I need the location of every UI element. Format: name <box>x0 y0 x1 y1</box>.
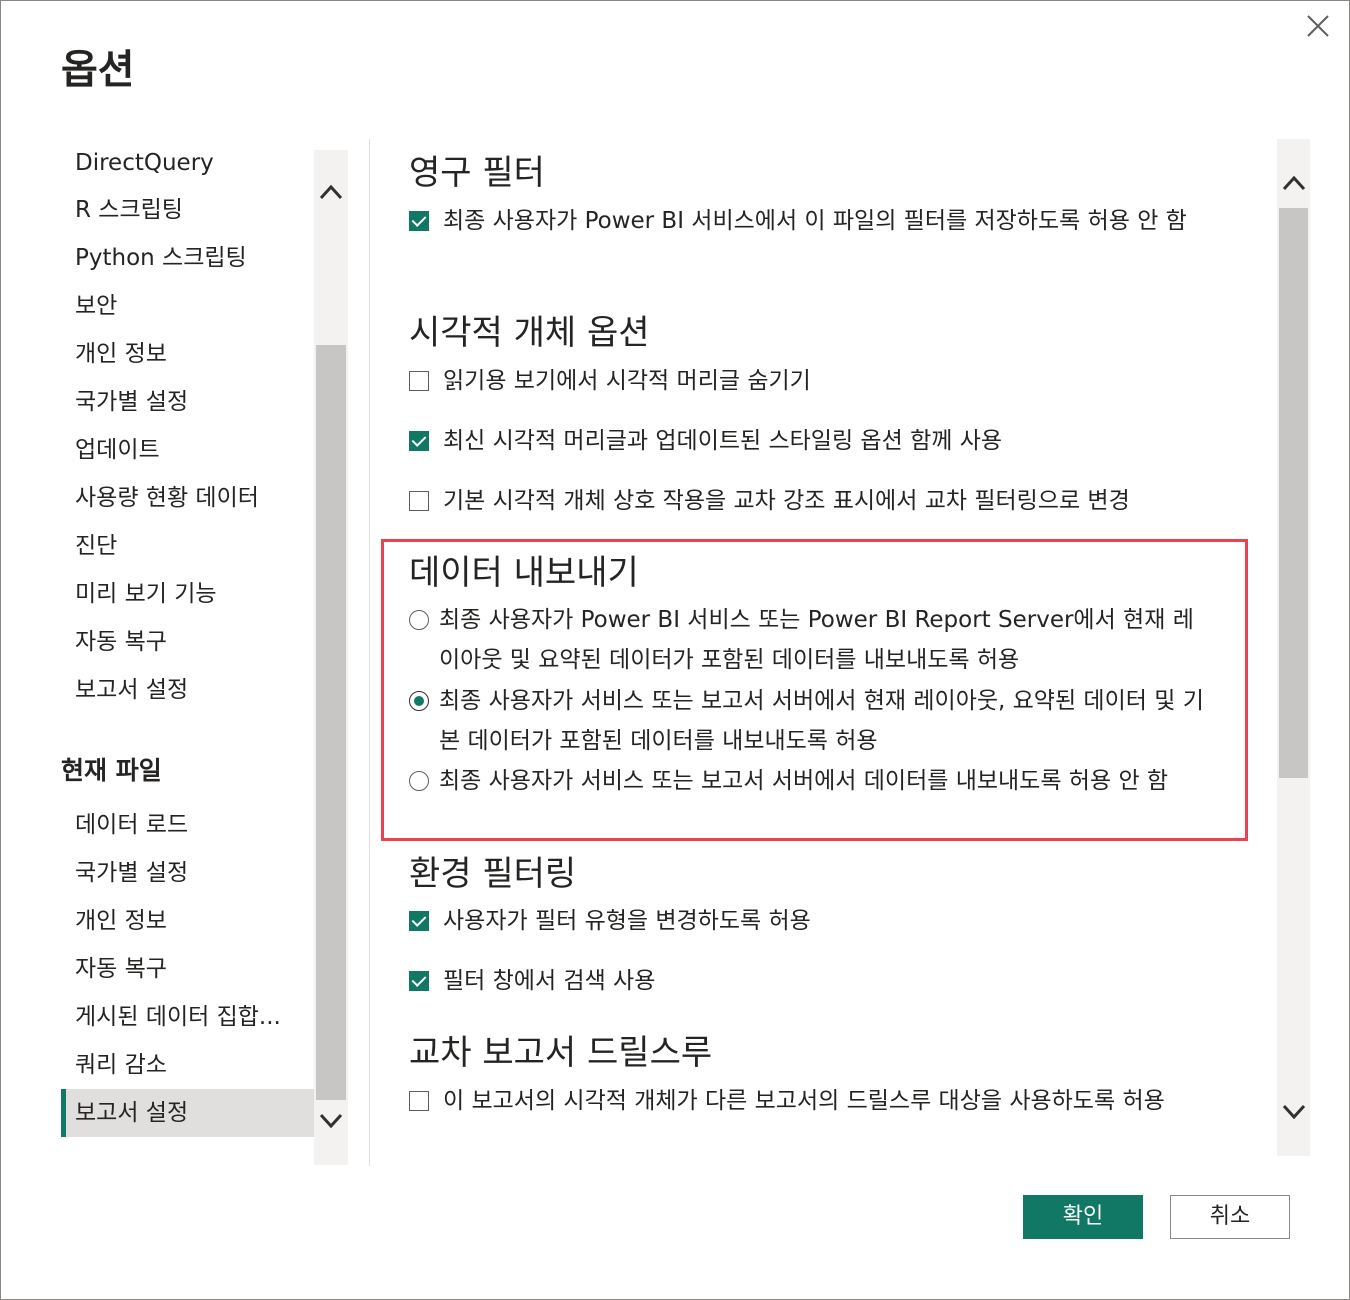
nav-item-data-load[interactable]: 데이터 로드 <box>61 801 314 849</box>
option-cross-report-drillthrough: 이 보고서의 시각적 개체가 다른 보고서의 드릴스루 대상을 사용하도록 허용 <box>409 1081 1229 1121</box>
checkbox-disallow-save-filters[interactable] <box>409 211 429 231</box>
option-filter-pane-search: 필터 창에서 검색 사용 <box>409 961 1229 1001</box>
checkbox-hide-visual-header[interactable] <box>409 371 429 391</box>
checkbox-cross-report-drillthrough[interactable] <box>409 1091 429 1111</box>
content-scroll-down-button[interactable] <box>1277 1095 1311 1129</box>
options-dialog: 옵션 DirectQuery R 스크립팅 Python 스크립팅 보안 개인 … <box>0 0 1350 1300</box>
option-label: 기본 시각적 개체 상호 작용을 교차 강조 표시에서 교차 필터링으로 변경 <box>443 488 1130 514</box>
content-scroll-up-button[interactable] <box>1277 166 1311 200</box>
chevron-down-icon <box>1282 1104 1306 1120</box>
option-change-filter-type: 사용자가 필터 유형을 변경하도록 허용 <box>409 901 1229 941</box>
nav-item-file-auto-recovery[interactable]: 자동 복구 <box>61 945 314 993</box>
checkbox-cross-filter-default[interactable] <box>409 491 429 511</box>
checkbox-change-filter-type[interactable] <box>409 911 429 931</box>
highlight-box <box>381 539 1248 841</box>
close-button[interactable] <box>1301 9 1335 43</box>
option-persistent-filters: 최종 사용자가 Power BI 서비스에서 이 파일의 필터를 저장하도록 허… <box>409 201 1229 241</box>
panel-divider <box>369 139 370 1166</box>
nav-item-privacy[interactable]: 개인 정보 <box>61 330 314 378</box>
option-label: 최종 사용자가 Power BI 서비스에서 이 파일의 필터를 저장하도록 허… <box>443 208 1187 234</box>
chevron-up-icon <box>319 184 343 200</box>
option-label: 필터 창에서 검색 사용 <box>443 968 656 994</box>
nav-item-directquery[interactable]: DirectQuery <box>61 139 314 187</box>
content-scrollbar-thumb[interactable] <box>1279 208 1308 778</box>
nav-item-report-settings-global[interactable]: 보고서 설정 <box>61 666 314 714</box>
nav-item-file-privacy[interactable]: 개인 정보 <box>61 897 314 945</box>
section-title-persistent-filters: 영구 필터 <box>409 153 545 193</box>
option-label: 이 보고서의 시각적 개체가 다른 보고서의 드릴스루 대상을 사용하도록 허용 <box>443 1088 1165 1114</box>
option-cross-filter-default: 기본 시각적 개체 상호 작용을 교차 강조 표시에서 교차 필터링으로 변경 <box>409 481 1229 521</box>
nav-item-updates[interactable]: 업데이트 <box>61 426 314 474</box>
checkbox-modern-visual-header[interactable] <box>409 431 429 451</box>
nav-item-auto-recovery[interactable]: 자동 복구 <box>61 618 314 666</box>
options-nav: DirectQuery R 스크립팅 Python 스크립팅 보안 개인 정보 … <box>61 139 314 1166</box>
nav-scroll-up-button[interactable] <box>314 175 348 209</box>
ok-button[interactable]: 확인 <box>1023 1195 1143 1239</box>
nav-item-preview-features[interactable]: 미리 보기 기능 <box>61 570 314 618</box>
nav-item-python-scripting[interactable]: Python 스크립팅 <box>61 234 314 282</box>
section-title-visual-options: 시각적 개체 옵션 <box>409 313 650 353</box>
cancel-button[interactable]: 취소 <box>1170 1195 1290 1239</box>
nav-scroll-down-button[interactable] <box>314 1104 348 1138</box>
nav-item-usage-data[interactable]: 사용량 현황 데이터 <box>61 474 314 522</box>
nav-item-report-settings[interactable]: 보고서 설정 <box>61 1089 314 1137</box>
nav-item-file-regional-settings[interactable]: 국가별 설정 <box>61 849 314 897</box>
chevron-up-icon <box>1282 175 1306 191</box>
option-label: 사용자가 필터 유형을 변경하도록 허용 <box>443 908 811 934</box>
dialog-title: 옵션 <box>61 47 135 93</box>
option-modern-visual-header: 최신 시각적 머리글과 업데이트된 스타일링 옵션 함께 사용 <box>409 421 1229 461</box>
option-label: 최신 시각적 머리글과 업데이트된 스타일링 옵션 함께 사용 <box>443 428 1003 454</box>
nav-item-r-scripting[interactable]: R 스크립팅 <box>61 186 314 234</box>
option-hide-visual-header: 읽기용 보기에서 시각적 머리글 숨기기 <box>409 361 1229 401</box>
nav-section-current-file: 현재 파일 <box>61 756 162 785</box>
option-label: 읽기용 보기에서 시각적 머리글 숨기기 <box>443 368 811 394</box>
nav-item-published-dataset[interactable]: 게시된 데이터 집합... <box>61 993 314 1041</box>
nav-item-security[interactable]: 보안 <box>61 282 314 330</box>
section-title-filtering-experience: 환경 필터링 <box>409 854 577 894</box>
section-title-cross-report-drillthrough: 교차 보고서 드릴스루 <box>409 1033 713 1073</box>
nav-scrollbar-thumb[interactable] <box>316 345 346 1100</box>
nav-item-regional-settings[interactable]: 국가별 설정 <box>61 378 314 426</box>
checkbox-filter-pane-search[interactable] <box>409 971 429 991</box>
chevron-down-icon <box>319 1113 343 1129</box>
nav-item-diagnostics[interactable]: 진단 <box>61 522 314 570</box>
nav-item-query-reduction[interactable]: 쿼리 감소 <box>61 1041 314 1089</box>
close-icon <box>1307 15 1329 37</box>
